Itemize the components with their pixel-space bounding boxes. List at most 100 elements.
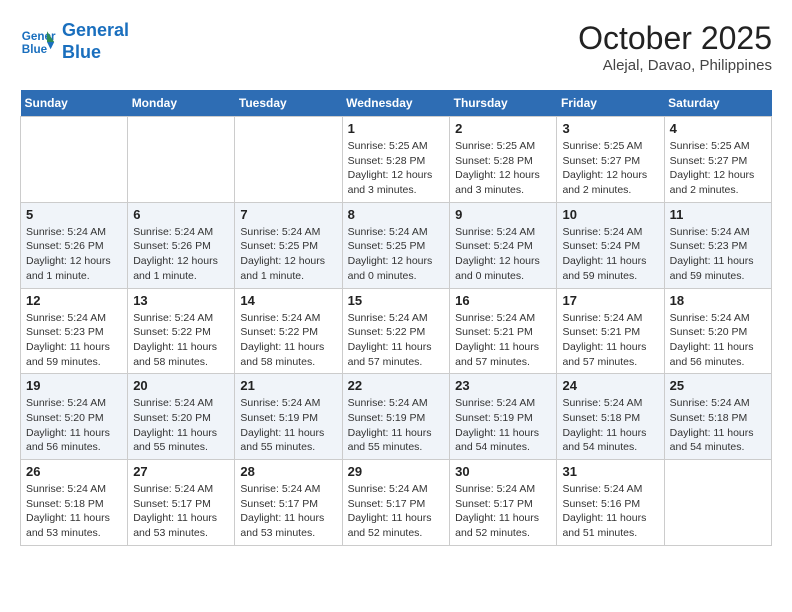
day-number: 18 bbox=[670, 293, 766, 308]
calendar-cell: 7 Sunrise: 5:24 AM Sunset: 5:25 PM Daylig… bbox=[235, 202, 342, 288]
calendar-cell: 31 Sunrise: 5:24 AM Sunset: 5:16 PM Dayli… bbox=[557, 460, 664, 546]
day-info: Sunrise: 5:24 AM Sunset: 5:23 PM Dayligh… bbox=[670, 225, 766, 284]
calendar-cell: 5 Sunrise: 5:24 AM Sunset: 5:26 PM Daylig… bbox=[21, 202, 128, 288]
day-number: 30 bbox=[455, 464, 551, 479]
calendar-cell: 19Sunrise: 5:24 AM Sunset: 5:20 PM Dayli… bbox=[21, 374, 128, 460]
day-info: Sunrise: 5:24 AM Sunset: 5:26 PM Dayligh… bbox=[26, 225, 122, 284]
weekday-header-row: SundayMondayTuesdayWednesdayThursdayFrid… bbox=[21, 90, 772, 117]
day-number: 26 bbox=[26, 464, 122, 479]
week-row-1: 1 Sunrise: 5:25 AM Sunset: 5:28 PM Daylig… bbox=[21, 117, 772, 203]
svg-text:Blue: Blue bbox=[22, 42, 48, 55]
calendar-cell bbox=[235, 117, 342, 203]
day-info: Sunrise: 5:24 AM Sunset: 5:17 PM Dayligh… bbox=[348, 482, 445, 541]
day-number: 29 bbox=[348, 464, 445, 479]
calendar-cell: 28Sunrise: 5:24 AM Sunset: 5:17 PM Dayli… bbox=[235, 460, 342, 546]
calendar-cell: 22Sunrise: 5:24 AM Sunset: 5:19 PM Dayli… bbox=[342, 374, 450, 460]
day-info: Sunrise: 5:24 AM Sunset: 5:19 PM Dayligh… bbox=[455, 396, 551, 455]
day-number: 3 bbox=[562, 121, 658, 136]
day-info: Sunrise: 5:24 AM Sunset: 5:24 PM Dayligh… bbox=[455, 225, 551, 284]
day-number: 11 bbox=[670, 207, 766, 222]
calendar-cell: 29 Sunrise: 5:24 AM Sunset: 5:17 PM Dayli… bbox=[342, 460, 450, 546]
calendar-cell: 26 Sunrise: 5:24 AM Sunset: 5:18 PM Dayli… bbox=[21, 460, 128, 546]
day-info: Sunrise: 5:24 AM Sunset: 5:25 PM Dayligh… bbox=[240, 225, 336, 284]
calendar-cell: 23 Sunrise: 5:24 AM Sunset: 5:19 PM Dayli… bbox=[450, 374, 557, 460]
day-info: Sunrise: 5:24 AM Sunset: 5:20 PM Dayligh… bbox=[26, 396, 122, 455]
week-row-3: 12 Sunrise: 5:24 AM Sunset: 5:23 PM Dayli… bbox=[21, 288, 772, 374]
day-info: Sunrise: 5:24 AM Sunset: 5:22 PM Dayligh… bbox=[133, 311, 229, 370]
day-info: Sunrise: 5:24 AM Sunset: 5:26 PM Dayligh… bbox=[133, 225, 229, 284]
weekday-header-tuesday: Tuesday bbox=[235, 90, 342, 117]
day-info: Sunrise: 5:24 AM Sunset: 5:22 PM Dayligh… bbox=[348, 311, 445, 370]
day-number: 12 bbox=[26, 293, 122, 308]
day-info: Sunrise: 5:24 AM Sunset: 5:18 PM Dayligh… bbox=[26, 482, 122, 541]
day-number: 16 bbox=[455, 293, 551, 308]
weekday-header-wednesday: Wednesday bbox=[342, 90, 450, 117]
day-info: Sunrise: 5:25 AM Sunset: 5:27 PM Dayligh… bbox=[562, 139, 658, 198]
day-info: Sunrise: 5:24 AM Sunset: 5:20 PM Dayligh… bbox=[670, 311, 766, 370]
day-number: 14 bbox=[240, 293, 336, 308]
calendar-cell: 16 Sunrise: 5:24 AM Sunset: 5:21 PM Dayli… bbox=[450, 288, 557, 374]
week-row-5: 26 Sunrise: 5:24 AM Sunset: 5:18 PM Dayli… bbox=[21, 460, 772, 546]
day-number: 31 bbox=[562, 464, 658, 479]
calendar-cell: 15 Sunrise: 5:24 AM Sunset: 5:22 PM Dayli… bbox=[342, 288, 450, 374]
day-info: Sunrise: 5:25 AM Sunset: 5:27 PM Dayligh… bbox=[670, 139, 766, 198]
day-info: Sunrise: 5:25 AM Sunset: 5:28 PM Dayligh… bbox=[455, 139, 551, 198]
day-number: 25 bbox=[670, 378, 766, 393]
day-info: Sunrise: 5:24 AM Sunset: 5:18 PM Dayligh… bbox=[670, 396, 766, 455]
day-number: 10 bbox=[562, 207, 658, 222]
day-info: Sunrise: 5:24 AM Sunset: 5:17 PM Dayligh… bbox=[455, 482, 551, 541]
title-section: October 2025 Alejal, Davao, Philippines bbox=[578, 20, 772, 74]
day-info: Sunrise: 5:25 AM Sunset: 5:28 PM Dayligh… bbox=[348, 139, 445, 198]
day-info: Sunrise: 5:24 AM Sunset: 5:23 PM Dayligh… bbox=[26, 311, 122, 370]
day-number: 13 bbox=[133, 293, 229, 308]
calendar-cell: 20 Sunrise: 5:24 AM Sunset: 5:20 PM Dayli… bbox=[128, 374, 235, 460]
day-info: Sunrise: 5:24 AM Sunset: 5:19 PM Dayligh… bbox=[348, 396, 445, 455]
day-info: Sunrise: 5:24 AM Sunset: 5:25 PM Dayligh… bbox=[348, 225, 445, 284]
logo-text: GeneralBlue bbox=[62, 20, 129, 63]
calendar-cell: 8 Sunrise: 5:24 AM Sunset: 5:25 PM Daylig… bbox=[342, 202, 450, 288]
logo: General Blue GeneralBlue bbox=[20, 20, 129, 63]
month-title: October 2025 bbox=[578, 20, 772, 57]
day-number: 28 bbox=[240, 464, 336, 479]
day-number: 23 bbox=[455, 378, 551, 393]
day-info: Sunrise: 5:24 AM Sunset: 5:16 PM Dayligh… bbox=[562, 482, 658, 541]
calendar-cell: 12 Sunrise: 5:24 AM Sunset: 5:23 PM Dayli… bbox=[21, 288, 128, 374]
calendar-cell: 4Sunrise: 5:25 AM Sunset: 5:27 PM Daylig… bbox=[664, 117, 771, 203]
logo-icon: General Blue bbox=[20, 24, 56, 60]
day-number: 24 bbox=[562, 378, 658, 393]
day-number: 15 bbox=[348, 293, 445, 308]
day-number: 7 bbox=[240, 207, 336, 222]
day-number: 2 bbox=[455, 121, 551, 136]
calendar-cell: 3 Sunrise: 5:25 AM Sunset: 5:27 PM Daylig… bbox=[557, 117, 664, 203]
day-info: Sunrise: 5:24 AM Sunset: 5:21 PM Dayligh… bbox=[562, 311, 658, 370]
calendar-cell: 24 Sunrise: 5:24 AM Sunset: 5:18 PM Dayli… bbox=[557, 374, 664, 460]
calendar-cell: 25 Sunrise: 5:24 AM Sunset: 5:18 PM Dayli… bbox=[664, 374, 771, 460]
calendar-cell bbox=[21, 117, 128, 203]
calendar-cell: 27Sunrise: 5:24 AM Sunset: 5:17 PM Dayli… bbox=[128, 460, 235, 546]
weekday-header-sunday: Sunday bbox=[21, 90, 128, 117]
day-number: 1 bbox=[348, 121, 445, 136]
week-row-2: 5 Sunrise: 5:24 AM Sunset: 5:26 PM Daylig… bbox=[21, 202, 772, 288]
calendar-cell: 14Sunrise: 5:24 AM Sunset: 5:22 PM Dayli… bbox=[235, 288, 342, 374]
calendar-cell: 11 Sunrise: 5:24 AM Sunset: 5:23 PM Dayli… bbox=[664, 202, 771, 288]
weekday-header-saturday: Saturday bbox=[664, 90, 771, 117]
weekday-header-friday: Friday bbox=[557, 90, 664, 117]
weekday-header-monday: Monday bbox=[128, 90, 235, 117]
calendar-cell: 21 Sunrise: 5:24 AM Sunset: 5:19 PM Dayli… bbox=[235, 374, 342, 460]
day-number: 20 bbox=[133, 378, 229, 393]
day-info: Sunrise: 5:24 AM Sunset: 5:19 PM Dayligh… bbox=[240, 396, 336, 455]
day-number: 6 bbox=[133, 207, 229, 222]
calendar-cell: 10 Sunrise: 5:24 AM Sunset: 5:24 PM Dayli… bbox=[557, 202, 664, 288]
location-title: Alejal, Davao, Philippines bbox=[578, 57, 772, 74]
day-info: Sunrise: 5:24 AM Sunset: 5:17 PM Dayligh… bbox=[133, 482, 229, 541]
calendar-cell: 9 Sunrise: 5:24 AM Sunset: 5:24 PM Daylig… bbox=[450, 202, 557, 288]
calendar-cell: 18 Sunrise: 5:24 AM Sunset: 5:20 PM Dayli… bbox=[664, 288, 771, 374]
day-info: Sunrise: 5:24 AM Sunset: 5:21 PM Dayligh… bbox=[455, 311, 551, 370]
day-info: Sunrise: 5:24 AM Sunset: 5:20 PM Dayligh… bbox=[133, 396, 229, 455]
day-number: 21 bbox=[240, 378, 336, 393]
day-number: 5 bbox=[26, 207, 122, 222]
day-info: Sunrise: 5:24 AM Sunset: 5:24 PM Dayligh… bbox=[562, 225, 658, 284]
day-number: 9 bbox=[455, 207, 551, 222]
day-info: Sunrise: 5:24 AM Sunset: 5:18 PM Dayligh… bbox=[562, 396, 658, 455]
day-number: 8 bbox=[348, 207, 445, 222]
